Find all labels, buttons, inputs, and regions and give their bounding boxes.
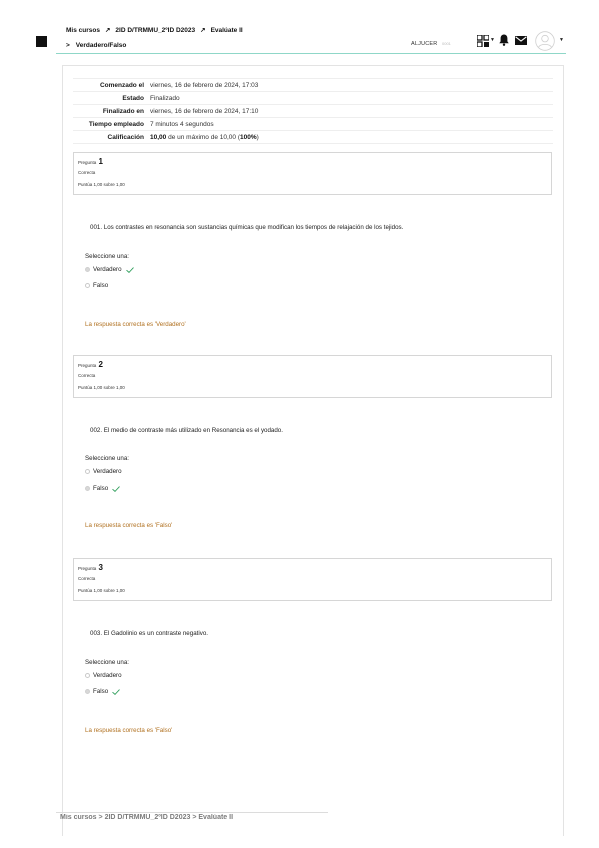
bottom-breadcrumb: Mis cursos > 2ID D/TRMMU_2ºID D2023 > Ev…	[60, 814, 233, 822]
summary-row: Estado Finalizado	[73, 91, 553, 104]
user-name[interactable]: ALJUCER	[411, 41, 437, 47]
grade-max: de un máximo de 10,00 (	[166, 133, 240, 141]
question-info-box: Pregunta 1 Correcta Puntúa 1,00 sobre 1,…	[73, 152, 552, 195]
answer-prompt: Seleccione una:	[85, 253, 130, 260]
answer-option-true[interactable]: Verdadero	[85, 266, 134, 273]
option-label: Falso	[93, 485, 109, 492]
summary-label: Finalizado en	[102, 107, 144, 115]
question-grade: Puntúa 1,00 sobre 1,00	[78, 182, 125, 187]
summary-value: viernes, 16 de febrero de 2024, 17:03	[150, 81, 259, 89]
summary-row: Finalizado en viernes, 16 de febrero de …	[73, 104, 553, 117]
question-label: Pregunta 2	[78, 360, 103, 369]
mail-icon[interactable]	[515, 36, 527, 45]
summary-row: Calificación 10,00 de un máximo de 10,00…	[73, 130, 553, 144]
breadcrumb-item-my-courses[interactable]: Mis cursos	[60, 814, 97, 821]
grade-value: 10,00 de un máximo de 10,00 (100%)	[150, 134, 553, 141]
avatar-icon[interactable]	[535, 31, 555, 51]
correct-answer-feedback: La respuesta correcta es 'Falso'	[85, 727, 173, 734]
answer-option-false[interactable]: Falso	[85, 282, 108, 289]
breadcrumb-separator-icon: >	[192, 814, 197, 821]
question-grade: Puntúa 1,00 sobre 1,00	[78, 588, 125, 593]
navbar-accent-line	[56, 53, 566, 54]
question-info-box: Pregunta 2 Correcta Puntúa 1,00 sobre 1,…	[73, 355, 552, 398]
radio-icon[interactable]	[85, 673, 90, 678]
chevron-right-icon: >	[66, 42, 70, 49]
summary-row: Comenzado el viernes, 16 de febrero de 2…	[73, 78, 553, 91]
question-info-box: Pregunta 3 Correcta Puntúa 1,00 sobre 1,…	[73, 558, 552, 601]
breadcrumb-item-course[interactable]: 2ID D/TRMMU_2ºID D2023	[105, 814, 191, 821]
check-icon	[112, 688, 120, 695]
question-number: 2	[98, 360, 103, 369]
summary-row: Tiempo empleado 7 minutos 4 segundos	[73, 117, 553, 130]
question-state: Correcta	[78, 170, 96, 175]
question-state: Correcta	[78, 373, 96, 378]
question-number: 1	[98, 157, 103, 166]
breadcrumb-item-quiz[interactable]: Evalúate II	[211, 27, 243, 34]
radio-selected-icon[interactable]	[85, 689, 90, 694]
user-sub-label: 0001	[442, 41, 451, 46]
chevron-down-icon[interactable]: ▼	[490, 37, 495, 43]
check-icon	[112, 485, 120, 492]
check-icon	[125, 266, 134, 273]
option-label: Verdadero	[93, 672, 122, 679]
summary-value: 7 minutos 4 segundos	[150, 120, 214, 128]
question-text: 001. Los contrastes en resonancia son su…	[90, 224, 404, 231]
top-navbar: Mis cursos ↗ 2ID D/TRMMU_2ºID D2023 ↗ Evalúa…	[0, 0, 599, 56]
radio-selected-icon[interactable]	[85, 267, 90, 272]
question-label: Pregunta 1	[78, 157, 103, 166]
breadcrumb: Mis cursos ↗ 2ID D/TRMMU_2ºID D2023 ↗ Evalúa…	[66, 26, 243, 34]
grade-percent: 100%	[240, 133, 257, 141]
answer-option-true[interactable]: Verdadero	[85, 672, 122, 679]
summary-value: viernes, 16 de febrero de 2024, 17:10	[150, 107, 259, 115]
breadcrumb-item-course[interactable]: 2ID D/TRMMU_2ºID D2023	[115, 27, 195, 34]
breadcrumb-separator-icon: ↗	[200, 27, 206, 34]
radio-selected-icon[interactable]	[85, 486, 90, 491]
menu-icon[interactable]	[36, 36, 47, 47]
breadcrumb-separator-icon: >	[98, 814, 103, 821]
summary-label: Calificación	[107, 133, 144, 141]
breadcrumb-item-my-courses[interactable]: Mis cursos	[66, 27, 100, 34]
grid-apps-icon[interactable]	[477, 35, 489, 47]
summary-label: Tiempo empleado	[88, 120, 144, 128]
answer-option-true[interactable]: Verdadero	[85, 468, 122, 475]
correct-answer-feedback: La respuesta correcta es 'Falso'	[85, 522, 173, 529]
answer-option-false[interactable]: Falso	[85, 688, 120, 695]
sub-breadcrumb: > Verdadero/Falso	[66, 42, 126, 49]
question-label: Pregunta 3	[78, 563, 103, 572]
option-label: Verdadero	[93, 266, 122, 273]
question-grade: Puntúa 1,00 sobre 1,00	[78, 385, 125, 390]
question-label-text: Pregunta	[78, 160, 97, 165]
radio-icon[interactable]	[85, 283, 90, 288]
breadcrumb-item-quiz[interactable]: Evalúate II	[198, 814, 233, 821]
answer-prompt: Seleccione una:	[85, 455, 130, 462]
question-text: 002. El medio de contraste más utilizado…	[90, 427, 283, 434]
page-title[interactable]: Verdadero/Falso	[76, 42, 127, 49]
question-label-text: Pregunta	[78, 363, 97, 368]
summary-label: Estado	[122, 94, 144, 102]
quiz-review-card: Comenzado el viernes, 16 de febrero de 2…	[62, 65, 564, 836]
chevron-down-icon[interactable]: ▼	[559, 37, 564, 43]
answer-option-false[interactable]: Falso	[85, 485, 120, 492]
question-label-text: Pregunta	[78, 566, 97, 571]
breadcrumb-separator-icon: ↗	[104, 27, 111, 34]
question-text: 003. El Gadolinio es un contraste negati…	[90, 630, 208, 637]
question-state: Correcta	[78, 576, 96, 581]
bell-icon[interactable]	[499, 34, 509, 46]
option-label: Falso	[93, 688, 109, 695]
bottom-divider	[56, 812, 328, 813]
attempt-summary-table: Comenzado el viernes, 16 de febrero de 2…	[73, 78, 553, 144]
question-number: 3	[98, 563, 103, 572]
option-label: Verdadero	[93, 468, 122, 475]
radio-icon[interactable]	[85, 469, 90, 474]
option-label: Falso	[93, 282, 109, 289]
correct-answer-feedback: La respuesta correcta es 'Verdadero'	[85, 321, 186, 328]
answer-prompt: Seleccione una:	[85, 659, 130, 666]
grade-score: 10,00	[150, 133, 167, 141]
grade-close: )	[256, 133, 259, 141]
summary-label: Comenzado el	[99, 81, 144, 89]
summary-value: Finalizado	[150, 94, 180, 102]
